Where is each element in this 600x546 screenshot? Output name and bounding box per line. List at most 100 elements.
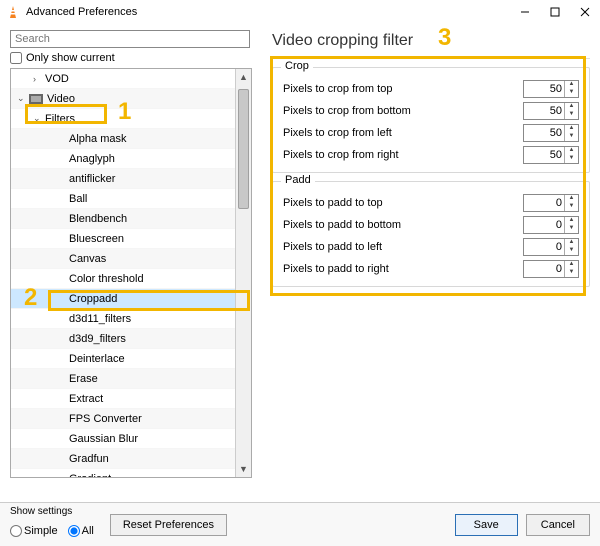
spin-down-icon[interactable]: ▼ [565,89,578,97]
radio-simple-label[interactable]: Simple [10,525,58,537]
spin-value[interactable] [524,217,564,233]
expand-icon: ⌄ [17,93,29,104]
tree-item-label: d3d9_filters [69,333,126,345]
tree-item-deinterlace[interactable]: Deinterlace [11,349,251,369]
spin-input[interactable]: ▲▼ [523,238,579,256]
spin-down-icon[interactable]: ▼ [565,203,578,211]
cancel-button[interactable]: Cancel [526,514,590,536]
tree-item-fps-converter[interactable]: FPS Converter [11,409,251,429]
only-show-current-checkbox[interactable] [10,52,22,64]
expand-icon: ⌄ [33,113,45,124]
tree-item-label: FPS Converter [69,413,142,425]
field-row: Pixels to padd to top▲▼ [283,192,579,214]
close-button[interactable] [570,0,600,24]
tree-item-gaussian-blur[interactable]: Gaussian Blur [11,429,251,449]
tree-item-canvas[interactable]: Canvas [11,249,251,269]
tree-item-bluescreen[interactable]: Bluescreen [11,229,251,249]
tree-item-label: Deinterlace [69,353,125,365]
tree-item-vod[interactable]: ›VOD [11,69,251,89]
spin-input[interactable]: ▲▼ [523,146,579,164]
tree-item-antiflicker[interactable]: antiflicker [11,169,251,189]
spin-up-icon[interactable]: ▲ [565,261,578,269]
tree-item-anaglyph[interactable]: Anaglyph [11,149,251,169]
spin-value[interactable] [524,261,564,277]
tree-item-alpha-mask[interactable]: Alpha mask [11,129,251,149]
vlc-cone-icon [6,5,20,19]
spin-up-icon[interactable]: ▲ [565,239,578,247]
field-label: Pixels to padd to bottom [283,219,523,231]
field-row: Pixels to padd to bottom▲▼ [283,214,579,236]
spin-down-icon[interactable]: ▼ [565,225,578,233]
spin-up-icon[interactable]: ▲ [565,195,578,203]
spin-input[interactable]: ▲▼ [523,260,579,278]
tree-item-label: Canvas [69,253,106,265]
spin-input[interactable]: ▲▼ [523,102,579,120]
scroll-up-icon[interactable]: ▲ [236,69,251,85]
spin-up-icon[interactable]: ▲ [565,125,578,133]
tree-item-d3d11-filters[interactable]: d3d11_filters [11,309,251,329]
group-crop: CropPixels to crop from top▲▼Pixels to c… [272,67,590,173]
panel-title: Video cropping filter [272,32,590,50]
tree-item-label: d3d11_filters [69,313,131,325]
footer: Show settings Simple All Reset Preferenc… [0,502,600,546]
tree-item-gradfun[interactable]: Gradfun [11,449,251,469]
spin-down-icon[interactable]: ▼ [565,269,578,277]
spin-down-icon[interactable]: ▼ [565,155,578,163]
save-button[interactable]: Save [455,514,518,536]
tree-item-blendbench[interactable]: Blendbench [11,209,251,229]
scrollbar[interactable]: ▲ ▼ [235,69,251,477]
spin-input[interactable]: ▲▼ [523,216,579,234]
spin-value[interactable] [524,81,564,97]
field-row: Pixels to crop from left▲▼ [283,122,579,144]
spin-down-icon[interactable]: ▼ [565,111,578,119]
tree-item-label: Gaussian Blur [69,433,138,445]
tree-item-ball[interactable]: Ball [11,189,251,209]
spin-up-icon[interactable]: ▲ [565,81,578,89]
preferences-tree[interactable]: ›VOD⌄Video⌄Filters Alpha mask Anaglyph anti… [10,68,252,478]
reset-preferences-button[interactable]: Reset Preferences [110,514,227,536]
tree-item-color-threshold[interactable]: Color threshold [11,269,251,289]
spin-input[interactable]: ▲▼ [523,80,579,98]
tree-item-filters[interactable]: ⌄Filters [11,109,251,129]
spin-up-icon[interactable]: ▲ [565,147,578,155]
tree-item-label: Anaglyph [69,153,115,165]
tree-item-erase[interactable]: Erase [11,369,251,389]
field-label: Pixels to padd to left [283,241,523,253]
spin-down-icon[interactable]: ▼ [565,133,578,141]
spin-down-icon[interactable]: ▼ [565,247,578,255]
field-row: Pixels to padd to right▲▼ [283,258,579,280]
maximize-button[interactable] [540,0,570,24]
video-icon [29,94,43,104]
minimize-button[interactable] [510,0,540,24]
field-label: Pixels to padd to right [283,263,523,275]
spin-input[interactable]: ▲▼ [523,194,579,212]
spin-up-icon[interactable]: ▲ [565,217,578,225]
tree-item-d3d9-filters[interactable]: d3d9_filters [11,329,251,349]
spin-input[interactable]: ▲▼ [523,124,579,142]
spin-value[interactable] [524,103,564,119]
scroll-down-icon[interactable]: ▼ [236,461,251,477]
spin-value[interactable] [524,239,564,255]
tree-item-gradient[interactable]: Gradient [11,469,251,478]
spin-up-icon[interactable]: ▲ [565,103,578,111]
tree-item-extract[interactable]: Extract [11,389,251,409]
window-controls [510,0,600,24]
radio-all-label[interactable]: All [68,525,94,537]
tree-item-label: Extract [69,393,103,405]
group-legend: Crop [281,60,313,72]
tree-item-video[interactable]: ⌄Video [11,89,251,109]
search-input[interactable] [10,30,250,48]
tree-item-croppadd[interactable]: Croppadd [11,289,251,309]
spin-value[interactable] [524,147,564,163]
radio-all[interactable] [68,525,80,537]
spin-value[interactable] [524,125,564,141]
spin-value[interactable] [524,195,564,211]
only-show-current-label: Only show current [26,52,115,64]
field-row: Pixels to crop from right▲▼ [283,144,579,166]
tree-item-label: VOD [45,73,69,85]
scroll-thumb[interactable] [238,89,249,209]
tree-item-label: Blendbench [69,213,127,225]
tree-item-label: Alpha mask [69,133,126,145]
tree-item-label: Gradient [69,473,111,479]
radio-simple[interactable] [10,525,22,537]
